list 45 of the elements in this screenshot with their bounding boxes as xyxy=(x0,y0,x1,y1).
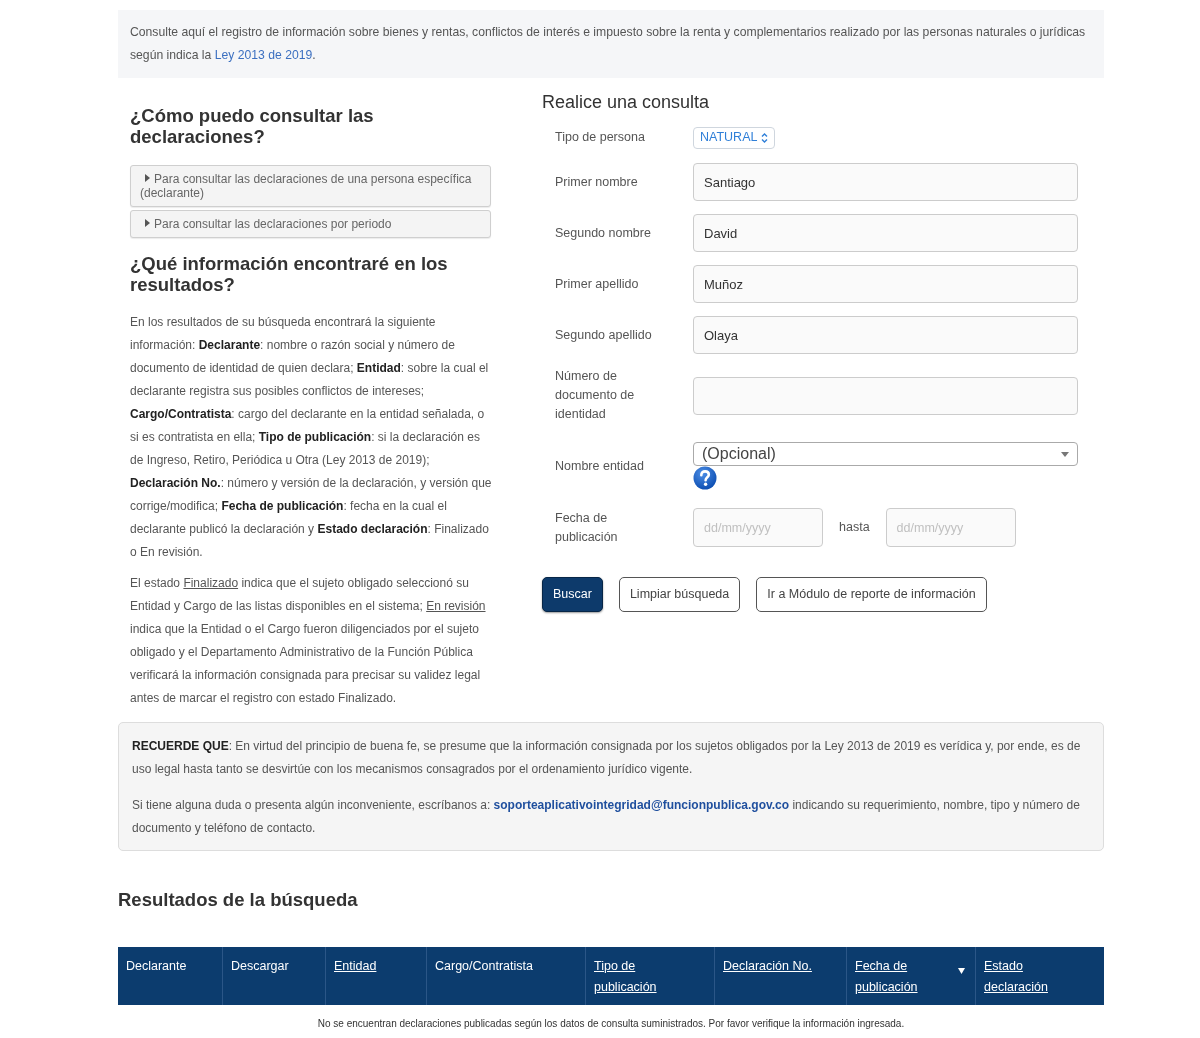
entity-combo-field[interactable]: (Opcional) xyxy=(693,442,1078,466)
text-field[interactable]: Santiago xyxy=(693,163,1078,201)
text-field[interactable]: David xyxy=(693,214,1078,252)
person-type-select[interactable]: NATURAL xyxy=(693,126,776,149)
column-header[interactable]: Tipo de publicación xyxy=(585,947,714,1005)
email-link[interactable]: soporteaplicativointegridad@funcionpublica.gov.co xyxy=(493,798,790,812)
field-label: Número de documento de identidad xyxy=(555,368,636,423)
column-header: Descargar xyxy=(222,947,325,1005)
field-label: Segundo nombre xyxy=(555,224,652,242)
column-header[interactable]: Declaración No. xyxy=(714,947,846,1005)
notice-text: RECUERDE QUE: En virtud del principio de buena fe, se presume que la información consignada por los sujetos obligados por la Ley 2013 de 2019 es verídica y, por ende, es de uso legal hasta tanto se desvirtúe con los mecanismos consagrados por el ordenamiento jurídico vigente. xyxy=(132,738,1082,778)
text-field[interactable] xyxy=(693,376,1078,415)
info-paragraph: En los resultados de su búsqueda encontrará la siguiente información: Declarante: nombre o razón social y número de documento de identidad de quien declara; Entidad: sobre la cual el declarante registra sus posibles conflictos de intereses; Cargo/Contratista: cargo del declarante en la entidad señalada, o si es contratista en ella; Tipo de publicación: si la declaración es de Ingreso, Retiro, Periódica u Otra (Ley 2013 de 2019); Declaración No.: número y versión de la declaración, y versión que corrige/modifica; Fecha de publicación: fecha en la cual el declarante publicó la declaración y Estado declaración: Finalizado o En revisión. xyxy=(130,314,492,561)
intro-text: Consulte aquí el registro de información sobre bienes y rentas, conflictos de interés e impuesto sobre la renta y complementarios realizado por las personas naturales o jurídicas según indica la Ley 2013 de 2019. xyxy=(130,24,1087,64)
text-field[interactable]: Muñoz xyxy=(693,265,1078,303)
report-module-button[interactable]: Ir a Módulo de reporte de información xyxy=(756,577,987,612)
field-label: Tipo de persona xyxy=(555,129,646,146)
field-label: Primer nombre xyxy=(555,173,639,191)
info-paragraph: El estado Finalizado indica que el sujeto obligado seleccionó su Entidad y Cargo de las listas disponibles en el sistema; En revisión indica que la Entidad o el Cargo fueron diligenciados por el sujeto obligado y el Departamento Administrativo de la Función Pública verificará la información consignada para precisar su validez legal antes de marcar el registro con estado Finalizado. xyxy=(130,575,487,707)
field-label: Fecha de publicación xyxy=(555,509,619,546)
empty-results-message: No se encuentran declaraciones publicadas según los datos de consulta suministrados. Por favor verifique la información ingresada. xyxy=(316,1017,906,1031)
text-field[interactable]: Olaya xyxy=(693,316,1078,354)
field-label: Segundo apellido xyxy=(555,326,653,344)
section-heading: ¿Cómo puedo consultar las declaraciones? xyxy=(130,105,375,147)
caret-icon xyxy=(1061,451,1069,457)
column-header[interactable]: Entidad xyxy=(325,947,426,1005)
results-title: Resultados de la búsqueda xyxy=(118,888,359,912)
search-button[interactable]: Buscar xyxy=(542,577,603,612)
column-header: Declarante xyxy=(125,958,188,975)
clear-search-button[interactable]: Limpiar búsqueda xyxy=(618,577,741,612)
accordion-item[interactable]: Para consultar las declaraciones por periodo xyxy=(130,210,491,238)
date-field[interactable]: dd/mm/yyyy xyxy=(693,508,823,547)
column-header: Cargo/Contratista xyxy=(426,947,585,1005)
field-label: Primer apellido xyxy=(555,275,640,293)
field-label: Nombre entidad xyxy=(555,457,645,475)
column-header[interactable]: Estado declaración xyxy=(975,947,1104,1005)
notice-text: Si tiene alguna duda o presenta algún inconveniente, escríbanos a: soporteaplicativointegridad@funcionpublica.gov.co indicando su requerimiento, nombre, tipo y número de documento y teléfono de contacto. xyxy=(132,797,1081,837)
accordion-item[interactable]: Para consultar las declaraciones de una persona específica (declarante) xyxy=(130,165,491,207)
updown-chevron-icon xyxy=(761,132,769,143)
form-title: Realice una consulta xyxy=(542,91,711,114)
range-label: hasta xyxy=(839,519,870,537)
help-icon[interactable] xyxy=(693,466,717,490)
section-heading: ¿Qué información encontraré en los resultados? xyxy=(130,253,449,295)
date-field[interactable]: dd/mm/yyyy xyxy=(885,508,1016,547)
column-header[interactable]: Fecha de publicación xyxy=(846,947,975,1005)
